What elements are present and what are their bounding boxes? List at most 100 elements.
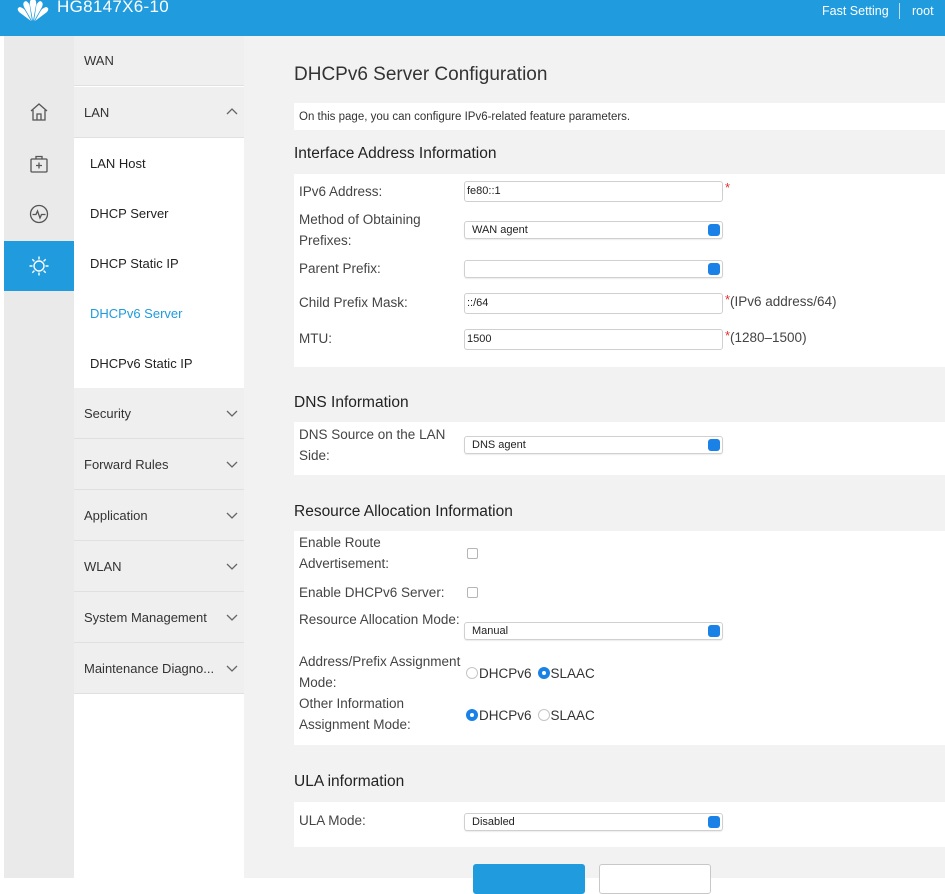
sub-menu: WAN LAN LAN Host DHCP Server DHCP Static… [74,36,244,878]
description-panel: On this page, you can configure IPv6-rel… [294,103,945,130]
sub-item-label: DHCPv6 Server [90,305,183,321]
menu-application-label: Application [84,507,148,523]
select-arrows-icon [708,439,720,451]
rail-toolkit[interactable] [4,139,74,189]
select-value: WAN agent [472,224,528,236]
menu-wan[interactable]: WAN [74,36,244,86]
menu-forward-rules-label: Forward Rules [84,456,169,472]
other-mode-dhcpv6-radio[interactable] [466,709,478,721]
sub-item-lan-host[interactable]: LAN Host [74,138,244,188]
huawei-logo-icon [17,0,49,21]
ula-panel: ULA Mode: Disabled [294,802,945,847]
rail-advanced[interactable] [4,241,86,291]
pulse-icon [29,204,49,224]
child-prefix-mask-input[interactable]: ::/64 [464,293,723,314]
select-value: Disabled [472,816,515,828]
menu-maintenance-label: Maintenance Diagno... [84,660,215,676]
chevron-up-icon [226,108,238,115]
method-of-obtaining-prefixes-label: Method of Obtaining Prefixes: [299,212,421,248]
menu-forward-rules[interactable]: Forward Rules [74,439,244,490]
sub-item-dhcp-static-ip[interactable]: DHCP Static IP [74,238,244,288]
radio-label: DHCPv6 [479,665,532,681]
ula-section-title: ULA information [294,773,405,790]
route-advertisement-label: Enable Route Advertisement: [299,535,390,571]
dns-section-title: DNS Information [294,394,409,411]
select-arrows-icon [708,816,720,828]
cancel-button[interactable] [599,864,711,894]
chevron-down-icon [226,461,238,468]
dns-source-select[interactable]: DNS agent [464,436,723,454]
dns-source-label: DNS Source on the LAN Side: [299,427,446,463]
fast-setting-link[interactable]: Fast Setting [822,4,889,18]
parent-prefix-select[interactable] [464,260,723,278]
child-prefix-mask-label: Child Prefix Mask: [299,295,408,310]
other-mode-slaac-radio[interactable] [537,709,550,721]
sub-item-dhcpv6-static-ip[interactable]: DHCPv6 Static IP [74,338,244,388]
menu-system-management[interactable]: System Management [74,592,244,643]
chevron-down-icon [226,665,238,672]
other-info-assignment-mode-group: DHCPv6 SLAAC [466,706,595,724]
menu-security-label: Security [84,405,131,421]
menu-lan-label: LAN [84,104,110,120]
menu-system-management-label: System Management [84,609,207,625]
address-mode-slaac-radio[interactable] [537,667,550,679]
menu-wan-label: WAN [84,53,114,68]
parent-prefix-label: Parent Prefix: [299,261,381,276]
page-title: DHCPv6 Server Configuration [294,64,548,85]
select-arrows-icon [708,224,720,236]
ula-mode-select[interactable]: Disabled [464,813,723,831]
chevron-down-icon [226,563,238,570]
radio-label: DHCPv6 [479,707,532,723]
mtu-label: MTU: [299,331,332,346]
sub-item-label: DHCP Server [90,205,169,221]
select-value: Manual [472,625,509,637]
method-of-obtaining-prefixes-select[interactable]: WAN agent [464,221,723,239]
chevron-down-icon [226,410,238,417]
resource-section-title: Resource Allocation Information [294,503,513,520]
sub-item-label: DHCPv6 Static IP [90,355,193,371]
menu-lan[interactable]: LAN [74,87,244,138]
chevron-down-icon [226,614,238,621]
dns-panel: DNS Source on the LAN Side: DNS agent [294,422,945,475]
interface-panel: IPv6 Address: fe80::1 * Method of Obtain… [294,174,945,367]
resource-allocation-mode-label: Resource Allocation Mode: [299,612,460,627]
main-content: DHCPv6 Server Configuration On this page… [244,36,945,894]
menu-security[interactable]: Security [74,388,244,439]
resource-panel: Enable Route Advertisement: Enable DHCPv… [294,531,945,745]
resource-allocation-mode-select[interactable]: Manual [464,622,723,640]
device-model: HG8147X6-10 [57,0,169,16]
interface-section-title: Interface Address Information [294,145,497,162]
select-arrows-icon [708,625,720,637]
dhcpv6-server-label: Enable DHCPv6 Server: [299,585,445,600]
address-assignment-mode-label: Address/Prefix Assignment Mode: [299,654,461,690]
dhcpv6-server-checkbox[interactable] [467,587,478,598]
address-mode-dhcpv6-radio[interactable] [466,667,478,679]
home-icon [30,103,48,121]
required-mark: * [725,180,731,195]
first-aid-kit-icon [30,155,48,173]
other-info-assignment-mode-label: Other Information Assignment Mode: [299,696,411,732]
header-divider [899,3,900,19]
sub-item-dhcpv6-server[interactable]: DHCPv6 Server [74,288,244,338]
rail-home[interactable] [4,87,74,137]
sub-item-dhcp-server[interactable]: DHCP Server [74,188,244,238]
rail-status[interactable] [4,189,74,239]
sub-item-label: DHCP Static IP [90,255,179,271]
radio-label: SLAAC [550,707,595,723]
menu-maintenance[interactable]: Maintenance Diagno... [74,643,244,694]
chevron-down-icon [226,512,238,519]
sub-item-label: LAN Host [90,155,146,171]
ipv6-address-label: IPv6 Address: [299,184,383,199]
ipv6-address-input[interactable]: fe80::1 [464,181,723,202]
user-menu[interactable]: root [912,4,934,18]
mtu-hint: (1280–1500) [730,330,807,345]
gear-icon [29,256,49,276]
apply-button[interactable] [473,864,585,894]
mtu-input[interactable]: 1500 [464,329,723,350]
child-prefix-mask-hint: (IPv6 address/64) [730,294,837,309]
menu-application[interactable]: Application [74,490,244,541]
top-bar: HG8147X6-10 Fast Setting root [0,0,945,36]
select-value: DNS agent [472,439,526,451]
route-advertisement-checkbox[interactable] [467,548,478,559]
menu-wlan[interactable]: WLAN [74,541,244,592]
